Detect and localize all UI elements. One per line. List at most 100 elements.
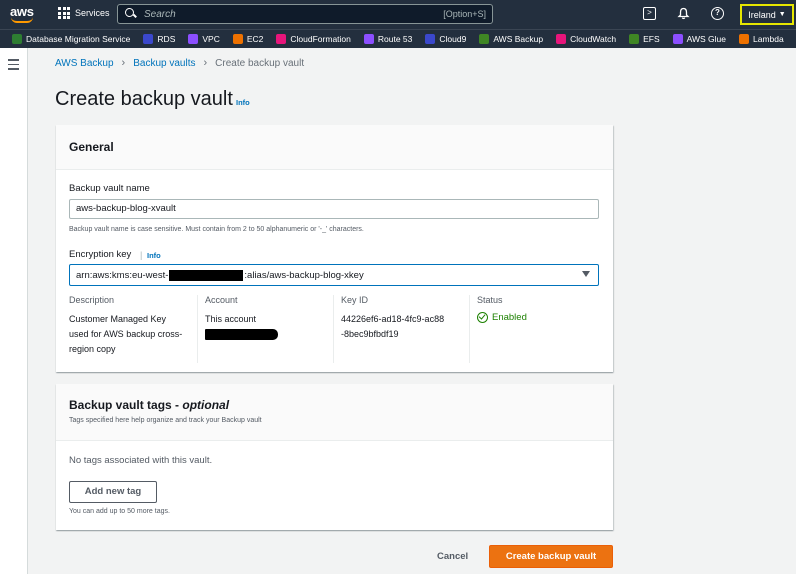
favorite-lambda[interactable]: Lambda xyxy=(738,34,784,44)
favorite-label: Route 53 xyxy=(377,34,413,44)
aws-smile-icon xyxy=(11,17,33,23)
general-panel: General Backup vault name aws-backup-blo… xyxy=(56,125,613,372)
key-details: Description Customer Managed Key used fo… xyxy=(69,295,599,365)
status-badge: Enabled xyxy=(477,312,599,323)
bell-icon[interactable] xyxy=(677,7,690,20)
page-title: Create backup vault xyxy=(55,88,233,110)
tags-title: Backup vault tags - optional xyxy=(69,398,229,412)
key-id-key: Key ID xyxy=(341,295,369,305)
top-navigation: aws Services Search [Option+S] > ? Irela… xyxy=(0,0,796,29)
side-rail xyxy=(0,48,28,574)
region-label: Ireland xyxy=(748,9,776,20)
help-icon[interactable]: ? xyxy=(711,7,724,20)
general-panel-header: General xyxy=(56,125,613,170)
favorite-cloud9[interactable]: Cloud9 xyxy=(425,34,466,44)
favorite-label: CloudFormation xyxy=(290,34,351,44)
favorite-label: Lambda xyxy=(752,34,784,44)
menu-icon[interactable] xyxy=(8,59,19,73)
account-value: This account xyxy=(205,314,257,324)
chevron-right-icon: › xyxy=(121,57,126,69)
region-selector[interactable]: Ireland ▼ xyxy=(740,4,794,25)
cancel-button[interactable]: Cancel xyxy=(437,551,468,562)
create-backup-vault-button[interactable]: Create backup vault xyxy=(489,545,613,568)
label-divider: | xyxy=(140,250,143,260)
encryption-info-link[interactable]: Info xyxy=(147,251,161,260)
service-icon xyxy=(143,34,154,44)
service-icon xyxy=(556,34,567,44)
detail-description: Description Customer Managed Key used fo… xyxy=(69,295,194,363)
favorites-bar: Database Migration Service RDS VPC EC2 Cloud… xyxy=(0,29,796,48)
search-input[interactable]: Search [Option+S] xyxy=(117,4,493,24)
aws-console: aws Services Search [Option+S] > ? Irela… xyxy=(0,0,796,574)
favorite-vpc[interactable]: VPC xyxy=(188,34,220,44)
breadcrumb-backup-vaults[interactable]: Backup vaults xyxy=(133,58,195,69)
favorite-label: RDS xyxy=(157,34,176,44)
vault-name-hint: Backup vault name is case sensitive. Mus… xyxy=(69,226,364,233)
service-icon xyxy=(363,34,374,44)
tags-panel-header: Backup vault tags - optional Tags specif… xyxy=(56,384,613,441)
service-icon xyxy=(479,34,490,44)
service-icon xyxy=(672,34,683,44)
search-shortcut: [Option+S] xyxy=(443,9,486,19)
add-new-tag-button[interactable]: Add new tag xyxy=(69,481,157,503)
favorite-ec2[interactable]: EC2 xyxy=(232,34,264,44)
grid-icon xyxy=(58,7,70,19)
service-icon xyxy=(629,34,640,44)
tags-limit-text: You can add up to 50 more tags. xyxy=(69,508,170,515)
redacted-account-number xyxy=(205,329,278,340)
favorite-route-53[interactable]: Route 53 xyxy=(363,34,413,44)
cloudshell-icon[interactable]: > xyxy=(643,7,656,20)
favorite-cloudwatch[interactable]: CloudWatch xyxy=(556,34,616,44)
vault-name-input[interactable]: aws-backup-blog-xvault xyxy=(69,199,599,219)
detail-account: Account This account xyxy=(197,295,331,363)
favorite-cloudformation[interactable]: CloudFormation xyxy=(276,34,351,44)
description-key: Description xyxy=(69,295,115,305)
favorite-label: AWS Backup xyxy=(493,34,544,44)
vault-name-label: Backup vault name xyxy=(69,183,150,194)
account-key: Account xyxy=(205,295,238,305)
favorite-rds[interactable]: RDS xyxy=(143,34,175,44)
service-icon xyxy=(425,34,436,44)
encryption-key-label: Encryption key xyxy=(69,249,132,260)
service-icon xyxy=(738,34,749,44)
favorite-aws-backup[interactable]: AWS Backup xyxy=(479,34,543,44)
tags-title-main: Backup vault tags - xyxy=(69,398,183,412)
service-icon xyxy=(188,34,199,44)
breadcrumb-current: Create backup vault xyxy=(215,57,305,69)
services-menu-button[interactable]: Services xyxy=(58,7,110,19)
caret-down-icon: ▼ xyxy=(778,11,786,18)
aws-logo[interactable]: aws xyxy=(10,4,36,24)
status-key: Status xyxy=(477,295,503,305)
key-arn-suffix: :alias/aws-backup-blog-xkey xyxy=(244,269,364,281)
tags-title-optional: optional xyxy=(182,398,230,412)
tags-panel: Backup vault tags - optional Tags specif… xyxy=(56,384,613,530)
favorite-database-migration-service[interactable]: Database Migration Service xyxy=(12,34,130,44)
breadcrumb-aws-backup[interactable]: AWS Backup xyxy=(55,58,114,69)
detail-key-id: Key ID 44226ef6-ad18-4fc9-ac88-8bec9bfbd… xyxy=(333,295,468,363)
services-label: Services xyxy=(75,8,110,18)
key-id-value: 44226ef6-ad18-4fc9-ac88-8bec9bfbdf19 xyxy=(341,314,445,339)
favorite-efs[interactable]: EFS xyxy=(629,34,660,44)
chevron-right-icon: › xyxy=(203,57,208,69)
title-info-link[interactable]: Info xyxy=(236,98,250,107)
tags-subtitle: Tags specified here help organize and tr… xyxy=(69,417,262,424)
favorite-label: EC2 xyxy=(246,34,264,44)
encryption-key-select[interactable]: arn:aws:kms:eu-west- :alias/aws-backup-b… xyxy=(69,264,599,286)
search-placeholder: Search xyxy=(144,8,176,20)
general-title: General xyxy=(69,140,114,154)
favorite-label: AWS Glue xyxy=(686,34,726,44)
breadcrumb: AWS Backup › Backup vaults › Create back… xyxy=(55,57,304,69)
favorite-label: EFS xyxy=(643,34,660,44)
favorite-label: Database Migration Service xyxy=(26,34,131,44)
service-icon xyxy=(12,34,22,44)
favorite-aws-glue[interactable]: AWS Glue xyxy=(672,34,726,44)
favorite-label: CloudWatch xyxy=(570,34,617,44)
favorite-label: Cloud9 xyxy=(439,34,467,44)
status-value: Enabled xyxy=(492,312,527,323)
key-arn-prefix: arn:aws:kms:eu-west- xyxy=(76,269,169,281)
favorite-label: VPC xyxy=(202,34,220,44)
caret-down-icon xyxy=(582,271,590,277)
no-tags-message: No tags associated with this vault. xyxy=(69,455,213,466)
service-icon xyxy=(276,34,287,44)
detail-status: Status Enabled xyxy=(469,295,599,363)
